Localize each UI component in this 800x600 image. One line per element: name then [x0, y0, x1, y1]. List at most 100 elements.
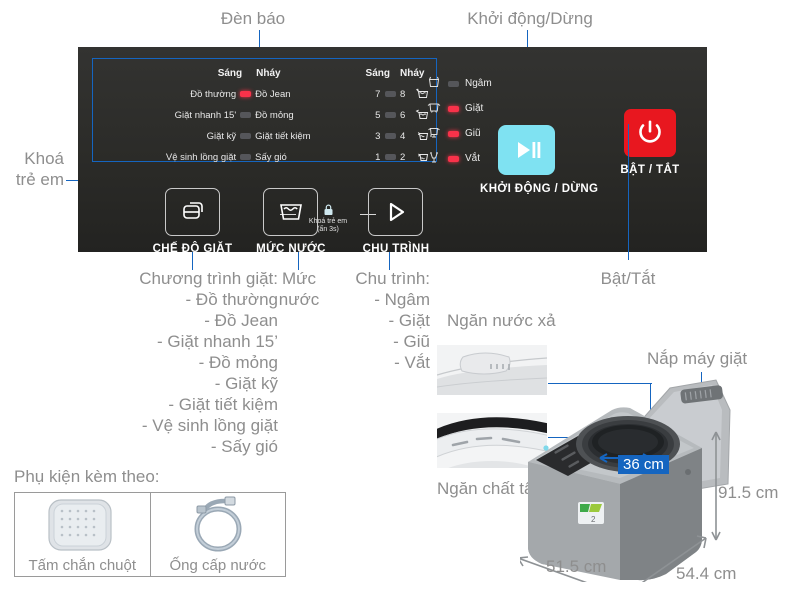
led-do-thuong [239, 84, 252, 105]
play-pause-icon [517, 142, 540, 158]
list-item: - Giặt [388, 311, 430, 330]
led-ngam [448, 80, 459, 87]
annotation-bat-tat: Bật/Tắt [600, 269, 656, 288]
muc-nuoc-button[interactable] [263, 188, 318, 236]
level-number-8: 8 [400, 89, 406, 100]
muc-nuoc-label: MỨC NƯỚC [256, 243, 326, 255]
level-number-1: 1 [375, 152, 381, 163]
accessories-title: Phụ kiện kèm theo: [14, 467, 160, 486]
water-legend-title-line1: Mức [281, 269, 317, 288]
leader-line-den-bao [259, 30, 261, 48]
soak-icon [426, 75, 442, 93]
power-label: BẬT / TẮT [620, 164, 680, 176]
cycles-legend-title: Chu trình: [355, 269, 430, 288]
list-item: - Vắt [394, 353, 430, 372]
start-pause-button[interactable] [498, 125, 555, 175]
level-number-3: 3 [375, 131, 381, 142]
che-do-giat-button[interactable] [165, 188, 220, 236]
annotation-khoi-dong-dung: Khởi động/Dừng [467, 9, 593, 28]
program-indicator-table: Sáng Nháy Sáng Nháy Đồ thường Đồ Jean 7 … [97, 63, 432, 168]
cycle-label-giu: Giũ [465, 128, 481, 139]
led-giat-ky [239, 126, 252, 147]
cycle-label-giat: Giặt [465, 103, 484, 114]
program-label-do-jean: Đồ Jean [255, 89, 291, 100]
led-ve-sinh-long-giat [239, 147, 252, 168]
accessory-water-hose: Ống cấp nước [149, 493, 286, 576]
washing-machine-control-panel: Sáng Nháy Sáng Nháy Đồ thường Đồ Jean 7 … [78, 47, 707, 255]
water-inlet-hose-icon [194, 496, 241, 552]
list-item: - Đồ Jean [204, 311, 278, 330]
level-number-4: 4 [400, 131, 406, 142]
program-label-do-mong: Đồ mỏng [255, 110, 294, 121]
dimension-height: 91.5 cm [718, 483, 779, 502]
accessory-label-mouse-guard: Tấm chắn chuột [28, 557, 137, 574]
list-item: Ngâm [426, 71, 536, 96]
led-vat [448, 155, 459, 162]
led-level-5-6 [382, 105, 398, 126]
annotation-khoa-tre-em-line1: Khoá [24, 149, 64, 168]
program-table-header: Sáng Nháy Sáng Nháy [97, 63, 432, 84]
table-row: Đồ thường Đồ Jean 7 8 [97, 84, 432, 105]
annotation-den-bao: Đèn báo [220, 9, 286, 28]
header-nhay-1: Nháy [256, 68, 281, 79]
list-item: - Giặt kỹ [214, 374, 278, 393]
water-level-legend: Mức nước [270, 268, 328, 310]
level-number-7: 7 [375, 89, 381, 100]
annotation-ngan-nuoc-xa: Ngăn nước xả [447, 311, 556, 330]
dimension-depth: 54.4 cm [676, 564, 737, 583]
table-row: Giặt kỹ Giặt tiết kiệm 3 4 [97, 126, 432, 147]
start-pause-label: KHỞI ĐỘNG / DỪNG [480, 183, 599, 195]
led-giu [448, 130, 459, 137]
table-row: Vệ sinh lồng giặt Sấy gió 1 2 [97, 147, 432, 168]
led-level-1-2 [382, 147, 398, 168]
svg-text:2: 2 [591, 515, 596, 524]
program-label-giat-nhanh: Giặt nhanh 15' [174, 110, 237, 121]
chu-trinh-button[interactable] [368, 188, 423, 236]
dimension-width: 51.5 cm [546, 557, 607, 576]
clothes-stack-icon [182, 202, 203, 219]
play-triangle-icon [389, 202, 404, 222]
list-item: - Đồ thường [185, 290, 278, 309]
program-label-giat-ky: Giặt kỹ [206, 131, 237, 142]
led-level-7-8 [382, 84, 398, 105]
power-icon [639, 120, 661, 143]
led-giat [448, 105, 459, 112]
level-number-5: 5 [375, 110, 381, 121]
list-item: - Sấy gió [210, 437, 278, 456]
programs-legend-title: Chương trình giặt: [139, 269, 278, 288]
leader-line-bat-tat [628, 124, 630, 260]
cycle-label-vat: Vắt [465, 153, 481, 164]
water-legend-title-line2: nước [278, 290, 320, 309]
power-button[interactable] [624, 109, 676, 157]
mouse-guard-plate-icon [48, 499, 112, 551]
dimension-badge-drum: 36 cm [618, 455, 669, 474]
table-row: Giặt nhanh 15' Đồ mỏng 5 6 [97, 105, 432, 126]
programs-legend: Chương trình giặt: - Đồ thường - Đồ Jean… [108, 268, 278, 457]
cycle-label-ngam: Ngâm [465, 78, 492, 89]
wash-icon [426, 100, 442, 118]
level-number-2: 2 [400, 152, 406, 163]
child-lock-icon [324, 204, 332, 215]
accessories-box: Tấm chắn chuột Ống cấp nước [14, 492, 286, 577]
cycles-legend: Chu trình: - Ngâm - Giặt - Giũ - Vắt [338, 268, 430, 373]
level-number-6: 6 [400, 110, 406, 121]
header-sang-2: Sáng [365, 68, 390, 79]
program-label-giat-tiet-kiem: Giặt tiết kiệm [255, 131, 311, 142]
accessory-mouse-guard: Tấm chắn chuột [15, 493, 150, 576]
rinse-icon [426, 125, 442, 143]
program-label-do-thuong: Đồ thường [190, 89, 237, 100]
list-item: - Giũ [393, 332, 430, 351]
annotation-khoa-tre-em-line2: trẻ em [15, 170, 64, 189]
program-label-say-gio: Sấy gió [255, 152, 287, 163]
list-item: - Vệ sinh lồng giặt [141, 416, 278, 435]
header-sang-1: Sáng [217, 68, 243, 79]
list-item: - Đồ mỏng [198, 353, 278, 372]
led-level-3-4 [382, 126, 398, 147]
list-item: - Ngâm [374, 290, 430, 309]
list-item: Giặt [426, 96, 536, 121]
water-level-icon [279, 204, 302, 220]
indicator-display: Sáng Nháy Sáng Nháy Đồ thường Đồ Jean 7 … [92, 58, 492, 164]
spin-icon [426, 150, 442, 168]
list-item: - Giặt tiết kiệm [168, 395, 278, 414]
accessory-label-water-hose: Ống cấp nước [169, 557, 267, 574]
